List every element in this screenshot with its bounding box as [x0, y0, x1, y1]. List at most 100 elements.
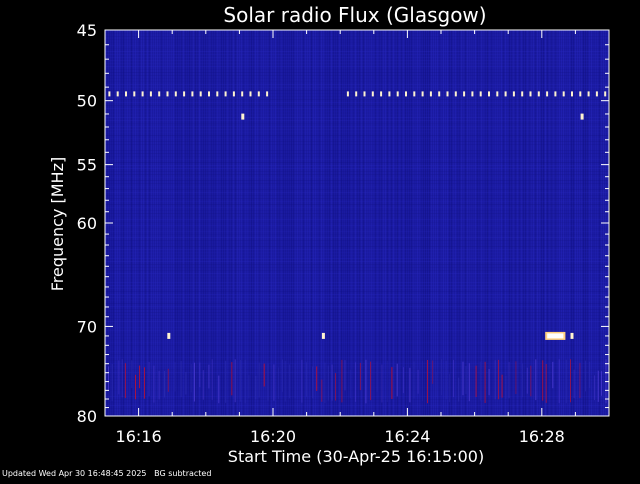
noisy-band-streak: [359, 362, 361, 391]
noisy-band-streak: [597, 370, 599, 402]
noisy-band-streak: [453, 359, 454, 398]
noise-line: [105, 63, 609, 64]
noise-line: [105, 45, 609, 46]
interference-spot: [241, 113, 245, 120]
noisy-band-streak: [386, 360, 388, 402]
noisy-band-streak: [458, 377, 460, 402]
interference-dot: [488, 91, 490, 97]
interference-dot: [133, 91, 136, 97]
noise-line: [105, 228, 609, 229]
noisy-band-streak: [545, 364, 547, 403]
interference-dot: [224, 91, 227, 97]
noise-line: [105, 279, 609, 280]
noisy-band-streak: [601, 371, 602, 396]
noise-line: [105, 246, 609, 247]
interference-dot: [380, 91, 383, 97]
noise-line: [105, 174, 609, 175]
noise-line: [105, 99, 609, 100]
noise-line: [105, 90, 609, 91]
noise-line: [105, 132, 609, 133]
noise-line: [105, 306, 609, 307]
noisy-band-streak: [124, 363, 126, 398]
interference-dot: [346, 91, 349, 97]
noisy-band-streak: [281, 359, 283, 392]
noise-line: [105, 171, 609, 172]
noise-line: [105, 336, 609, 337]
noisy-band-streak: [258, 362, 260, 398]
noise-line: [105, 120, 609, 121]
x-tick-label: 16:24: [384, 427, 430, 446]
interference-dot: [388, 91, 391, 97]
y-tick-label: 50: [77, 92, 97, 111]
x-tick-label: 16:28: [519, 427, 565, 446]
noisy-band-streak: [273, 364, 275, 401]
noisy-band-streak: [494, 360, 496, 400]
noisy-band-streak: [180, 360, 182, 398]
noisy-band-streak: [231, 362, 233, 396]
interference-dot: [512, 91, 515, 97]
noisy-band-streak: [202, 370, 204, 400]
noise-line: [105, 207, 609, 208]
noise-line: [105, 117, 609, 118]
noisy-band-streak: [465, 366, 467, 394]
noise-line: [105, 225, 609, 226]
interference-dot: [504, 91, 507, 97]
noise-line: [105, 213, 609, 214]
noisy-band-streak: [370, 361, 372, 401]
interference-dot: [604, 91, 607, 97]
noise-line: [105, 75, 609, 76]
noise-line: [105, 33, 609, 34]
noise-line: [105, 42, 609, 43]
noise-line: [105, 258, 609, 259]
noisy-band-streak: [341, 359, 343, 403]
noisy-band-streak: [526, 367, 528, 394]
y-axis-label: Frequency [MHz]: [48, 157, 67, 291]
noisy-band-streak: [135, 374, 136, 400]
noise-line: [105, 276, 609, 277]
noise-line: [105, 267, 609, 268]
noisy-band-streak: [185, 372, 187, 395]
x-tick-label: 16:20: [250, 427, 296, 446]
noise-line: [105, 51, 609, 52]
noisy-band-streak: [324, 362, 326, 403]
interference-dot: [396, 91, 399, 97]
x-tick-label: 16:16: [116, 427, 162, 446]
noisy-band-streak: [240, 359, 242, 402]
noisy-band-streak: [445, 360, 447, 400]
interference-dot: [446, 91, 449, 97]
noisy-band-streak: [435, 372, 437, 397]
interference-dot: [232, 91, 235, 97]
noisy-band-streak: [153, 365, 155, 403]
interference-dot: [216, 91, 219, 97]
interference-dot: [537, 91, 540, 97]
noise-line: [105, 333, 609, 334]
noisy-band-streak: [284, 360, 286, 402]
noise-line: [105, 219, 609, 220]
noise-line: [105, 222, 609, 223]
chart-title: Solar radio Flux (Glasgow): [223, 3, 486, 27]
noise-line: [105, 330, 609, 331]
noise-line: [105, 291, 609, 292]
noise-line: [105, 273, 609, 274]
noisy-band-streak: [305, 362, 307, 397]
noisy-band-streak: [355, 362, 356, 402]
noisy-band-streak: [565, 359, 567, 404]
noisy-band-streak: [505, 375, 507, 399]
noise-line: [105, 300, 609, 301]
noise-line: [105, 144, 609, 145]
noise-line: [105, 240, 609, 241]
noisy-band-streak: [508, 361, 510, 399]
noisy-band-streak: [248, 375, 250, 399]
noise-line: [105, 150, 609, 151]
noise-line: [105, 66, 609, 67]
noisy-band-streak: [448, 373, 450, 403]
plot-area: [104, 29, 610, 417]
noise-line: [105, 261, 609, 262]
noisy-band-streak: [174, 362, 176, 392]
noise-line: [105, 255, 609, 256]
noisy-band-streak: [289, 364, 291, 399]
interference-dot: [571, 91, 573, 97]
noise-line: [105, 402, 609, 403]
noise-line: [105, 297, 609, 298]
interference-dot: [355, 91, 358, 97]
